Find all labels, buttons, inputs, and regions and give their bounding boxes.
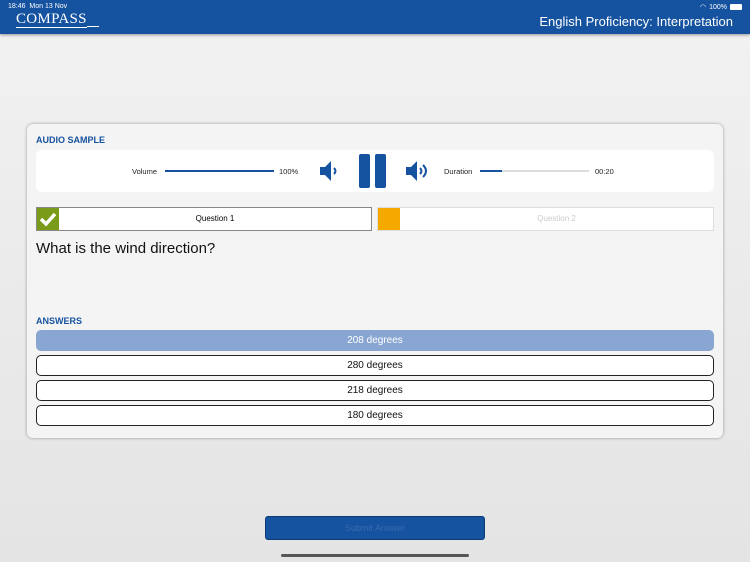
time: 18:46 (8, 3, 26, 10)
check-icon (37, 208, 59, 230)
duration-label: Duration (444, 167, 473, 176)
audio-sample-label: AUDIO SAMPLE (36, 135, 106, 145)
question-card: AUDIO SAMPLE Volume 100% Duration 00:20 … (27, 124, 723, 438)
duration-value: 00:20 (595, 167, 614, 176)
compass-logo: COMPASS (16, 11, 87, 28)
answer-option[interactable]: 280 degrees (36, 355, 714, 376)
home-indicator[interactable] (281, 554, 469, 557)
audio-player: Volume 100% Duration 00:20 (36, 150, 714, 192)
volume-down-icon[interactable] (318, 159, 342, 183)
answer-option[interactable]: 218 degrees (36, 380, 714, 401)
status-time: 18:46 Mon 13 Nov (8, 3, 67, 10)
duration-slider[interactable] (480, 170, 589, 172)
answer-option[interactable]: 208 degrees (36, 330, 714, 351)
volume-up-icon[interactable] (404, 159, 432, 183)
status-right: ◠ 100% (700, 3, 742, 11)
duration-fill (480, 170, 502, 172)
question-2-label: Question 2 (537, 214, 576, 223)
battery-percent: 100% (709, 3, 727, 11)
logo-tail (87, 26, 99, 27)
volume-value: 100% (279, 167, 299, 176)
current-marker-icon (378, 208, 400, 230)
submit-answer-button[interactable]: Submit Answer (265, 516, 485, 540)
volume-label: Volume (132, 167, 158, 176)
wifi-icon: ◠ (699, 4, 707, 11)
tab-question-2[interactable]: Question 2 (377, 207, 714, 231)
tab-question-1[interactable]: Question 1 (36, 207, 372, 231)
volume-slider[interactable] (165, 170, 274, 172)
page-title: English Proficiency: Interpretation (539, 14, 733, 29)
battery-icon (730, 4, 742, 10)
question-text: What is the wind direction? (36, 240, 216, 257)
date: Mon 13 Nov (29, 3, 68, 10)
question-1-label: Question 1 (195, 214, 235, 223)
header-bar: 18:46 Mon 13 Nov ◠ 100% COMPASS English P… (0, 0, 750, 34)
pause-icon[interactable] (359, 154, 387, 188)
answer-option[interactable]: 180 degrees (36, 405, 714, 426)
answers-label: ANSWERS (36, 316, 83, 326)
volume-fill (165, 170, 274, 172)
